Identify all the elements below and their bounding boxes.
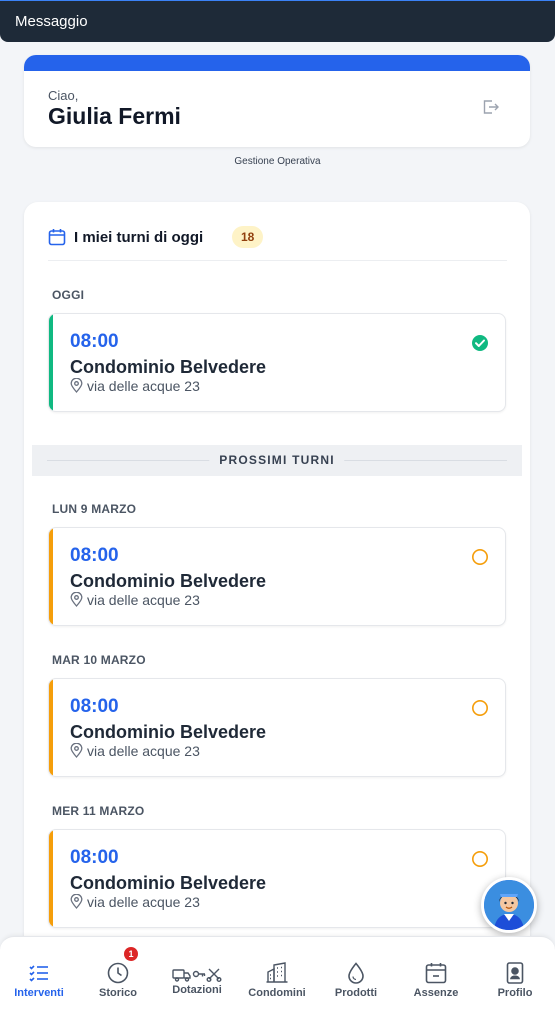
calendar-minus-icon [425,963,447,984]
shift-status-bar [49,314,53,411]
building-icon [266,962,288,983]
bottom-navigation: Interventi 1 Storico Dotazioni Condomini… [0,936,555,1021]
shifts-title: I miei turni di oggi [74,229,204,246]
day-label: MAR 10 MARZO [52,653,146,667]
nav-label: Prodotti [334,987,378,999]
shift-time: 08:00 [70,545,119,566]
pending-circle-icon [472,700,488,716]
shift-time: 08:00 [70,847,119,868]
shift-status-bar [49,679,53,776]
nav-label: Condomini [248,987,306,999]
shift-place: Condominio Belvedere [70,357,267,377]
upcoming-label: PROSSIMI TURNI [209,453,345,467]
nav-item-prodotti[interactable]: Prodotti [316,937,396,1007]
app-bar-title: Messaggio [15,13,88,30]
welcome-accent-band [24,55,530,71]
shift-address: via delle acque 23 [70,894,200,910]
shift-card[interactable]: 08:00 Condominio Belvedere via delle acq… [48,678,506,777]
shift-status-bar [49,528,53,625]
shift-address: via delle acque 23 [70,743,200,759]
shift-place: Condominio Belvedere [70,873,267,893]
shift-place: Condominio Belvedere [70,722,267,742]
header-divider [48,260,507,261]
shift-address: via delle acque 23 [70,378,200,394]
nav-label: Storico [99,987,137,999]
list-icon [29,965,48,982]
nav-item-assenze[interactable]: Assenze [396,937,476,1007]
shift-time: 08:00 [70,331,119,352]
location-pin-icon [70,894,83,909]
nav-label: Assenze [413,987,459,999]
pending-circle-icon [472,549,488,565]
drop-icon [348,962,364,984]
top-app-bar: Messaggio [0,0,555,42]
shift-time: 08:00 [70,696,119,717]
nav-label: Profilo [497,987,533,999]
shift-address-text: via delle acque 23 [87,894,200,910]
assistant-avatar-icon [484,880,534,930]
shift-address-text: via delle acque 23 [87,743,200,759]
welcome-card: Ciao, Giulia Fermi [24,55,530,147]
nav-label: Interventi [14,987,64,999]
day-label: OGGI [52,288,85,302]
nav-item-profilo[interactable]: Profilo [475,937,555,1007]
shift-card[interactable]: 08:00 Condominio Belvedere via delle acq… [48,313,506,412]
location-pin-icon [70,743,83,758]
nav-item-storico[interactable]: 1 Storico [78,937,158,1007]
id-badge-icon [506,962,524,984]
shift-status-bar [49,830,53,927]
day-label: LUN 9 MARZO [52,502,137,516]
nav-item-dotazioni[interactable]: Dotazioni [157,937,237,1007]
nav-item-interventi[interactable]: Interventi [0,937,79,1007]
nav-item-condomini[interactable]: Condomini [237,937,317,1007]
role-subtitle: Gestione Operativa [234,156,321,167]
pending-circle-icon [472,851,488,867]
upcoming-section-separator: PROSSIMI TURNI [32,445,522,476]
shift-place: Condominio Belvedere [70,571,267,591]
assistant-avatar-button[interactable] [481,877,537,933]
shifts-count-badge: 18 [232,226,264,248]
notification-badge: 1 [124,947,138,961]
user-name: Giulia Fermi [48,103,181,129]
shift-card[interactable]: 08:00 Condominio Belvedere via delle acq… [48,829,506,928]
completed-check-icon [472,335,488,351]
day-label: MER 11 MARZO [52,804,145,818]
location-pin-icon [70,592,83,607]
shift-card[interactable]: 08:00 Condominio Belvedere via delle acq… [48,527,506,626]
shift-address: via delle acque 23 [70,592,200,608]
greeting: Ciao, [48,88,79,103]
shift-address-text: via delle acque 23 [87,592,200,608]
location-pin-icon [70,378,83,393]
shift-address-text: via delle acque 23 [87,378,200,394]
shifts-panel: I miei turni di oggi 18 OGGI 08:00 Condo… [24,202,530,962]
clock-icon [107,962,129,984]
logout-icon[interactable] [482,99,500,115]
calendar-icon [48,229,66,246]
nav-label: Dotazioni [172,984,222,996]
shifts-header: I miei turni di oggi 18 [48,226,507,250]
